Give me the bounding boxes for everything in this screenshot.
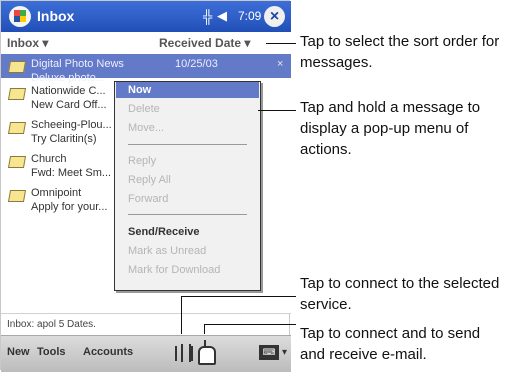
signal-icon[interactable]: ╬ (203, 9, 217, 24)
sort-callout: Tap to select the sort order for message… (300, 33, 500, 71)
menu-item-reply-all[interactable]: Reply All (128, 172, 243, 188)
envelope-icon (7, 122, 27, 134)
title-bar: Inbox ╬ ◀ 7:09 × (1, 1, 291, 32)
callout-leader-line (181, 296, 182, 334)
tools-menu[interactable]: Tools (37, 346, 66, 358)
callout-leader-line (204, 324, 205, 334)
status-text: Inbox: apol 5 Dates. (7, 319, 96, 330)
connect-callout: Tap to connect to the selected service. (300, 275, 500, 313)
clock[interactable]: 7:09 (238, 9, 261, 23)
menu-separator (128, 144, 247, 145)
menu-item-mark-unread[interactable]: Mark as Unread (128, 243, 243, 259)
input-selector-caret[interactable]: ▾ (282, 347, 287, 358)
envelope-icon (7, 190, 27, 202)
command-bar: New Tools Accounts ⌨ ▾ (1, 335, 291, 372)
menu-separator (128, 214, 247, 215)
message-subject: New Card Off... (31, 99, 107, 111)
message-sender: Scheeing-Plou... (31, 119, 112, 131)
speaker-icon[interactable]: ◀ (217, 8, 227, 24)
menu-item-now[interactable]: Now (116, 82, 259, 98)
message-sender: Omnipoint (31, 187, 82, 199)
envelope-icon (7, 156, 27, 168)
folder-dropdown[interactable]: Inbox ▾ (7, 36, 48, 50)
send-receive-callout: Tap to connect and to send and receive e… (300, 325, 481, 363)
envelope-icon (7, 88, 27, 100)
menu-item-move[interactable]: Move... (128, 120, 243, 136)
message-context-menu: Now Delete Move... Reply Reply All Forwa… (114, 81, 261, 291)
callout-leader-line (258, 110, 296, 111)
menu-item-delete[interactable]: Delete (128, 101, 243, 117)
message-subject: Apply for your... (31, 201, 108, 213)
connect-icon[interactable] (175, 344, 193, 362)
menu-item-reply[interactable]: Reply (128, 153, 243, 169)
callout-leader-line (266, 43, 296, 44)
sort-order-dropdown[interactable]: Received Date ▾ (159, 36, 250, 50)
menu-item-send-receive[interactable]: Send/Receive (128, 224, 243, 240)
message-date: 10/25/03 (175, 58, 218, 70)
sort-bar: Inbox ▾ Received Date ▾ (1, 32, 291, 55)
message-subject: Fwd: Meet Sm... (31, 167, 112, 179)
keyboard-icon[interactable]: ⌨ (259, 345, 279, 360)
envelope-icon (7, 61, 27, 73)
delete-mark-icon[interactable]: × (277, 57, 283, 72)
pocket-pc-screen: Inbox ╬ ◀ 7:09 × Inbox ▾ Received Date ▾… (0, 0, 291, 372)
message-sender: Digital Photo News (31, 58, 124, 70)
hold-callout: Tap and hold a message to display a pop-… (300, 99, 481, 158)
message-sender: Nationwide C... (31, 85, 106, 97)
window-title: Inbox (37, 8, 75, 24)
start-menu-icon[interactable] (9, 6, 31, 27)
message-sender: Church (31, 153, 67, 165)
message-subject: Try Claritin(s) (31, 133, 97, 145)
accounts-menu[interactable]: Accounts (83, 346, 133, 358)
send-receive-icon[interactable] (198, 340, 216, 365)
menu-item-forward[interactable]: Forward (128, 191, 243, 207)
message-row[interactable]: Digital Photo News Deluxe photo... 10/25… (1, 54, 291, 84)
menu-item-mark-download[interactable]: Mark for Download (128, 262, 243, 278)
callout-leader-line (204, 324, 296, 325)
callout-leader-line (181, 296, 296, 297)
new-menu[interactable]: New (7, 346, 30, 358)
close-button[interactable]: × (264, 6, 285, 27)
